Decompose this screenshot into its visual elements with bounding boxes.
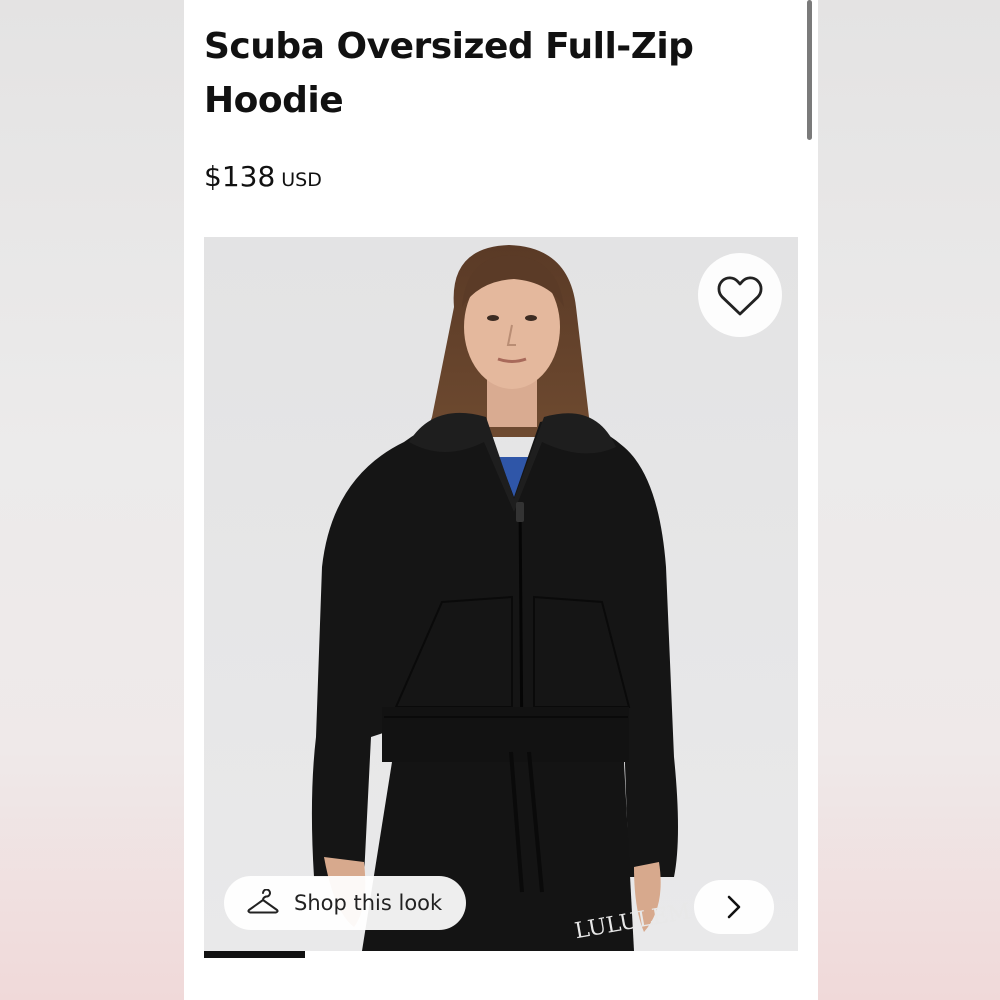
scrollbar[interactable] — [807, 0, 812, 140]
product-image: LULULEM — [204, 237, 798, 951]
heart-icon — [717, 276, 763, 316]
background-right — [818, 0, 1000, 1000]
product-page: Scuba Oversized Full-Zip Hoodie $138 USD — [184, 0, 818, 1000]
price-row: $138 USD — [204, 160, 322, 193]
gallery-progress-track — [204, 951, 798, 958]
product-title: Scuba Oversized Full-Zip Hoodie — [204, 26, 694, 121]
product-price: $138 — [204, 160, 276, 193]
chevron-right-icon — [727, 895, 741, 919]
wishlist-button[interactable] — [698, 253, 782, 337]
product-currency: USD — [281, 169, 322, 191]
shop-this-look-label: Shop this look — [294, 891, 443, 915]
next-image-button[interactable] — [694, 880, 774, 934]
gallery-progress-fill — [204, 951, 305, 958]
hanger-icon — [247, 889, 279, 914]
background-left — [0, 0, 185, 1000]
product-gallery[interactable]: LULULEM Shop this look — [204, 237, 798, 951]
shop-this-look-button[interactable]: Shop this look — [224, 876, 467, 930]
